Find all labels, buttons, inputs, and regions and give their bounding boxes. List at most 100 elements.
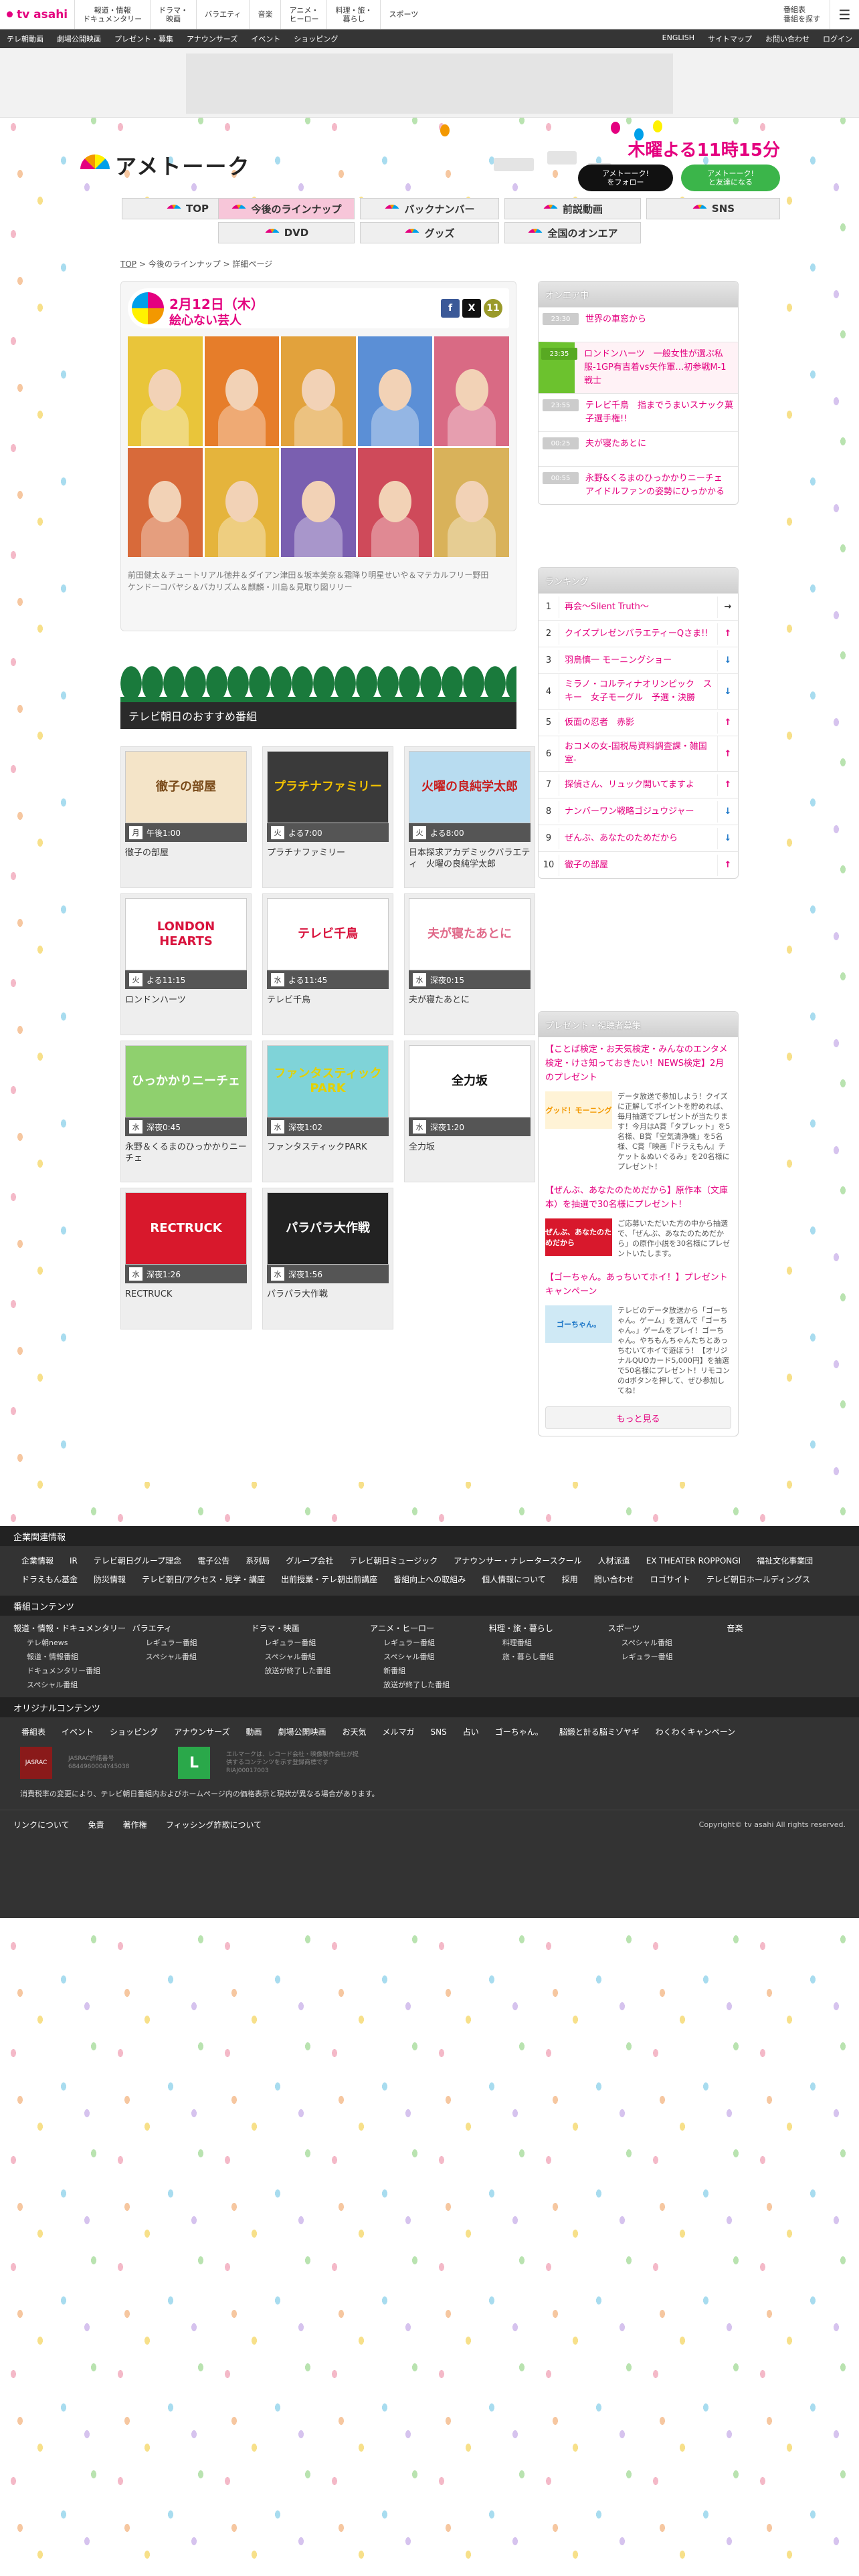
ranking-item[interactable]: 8 ナンバーワン戦略ゴジュウジャー ↓	[539, 798, 738, 825]
tab-6[interactable]: 全国のオンエア	[504, 222, 641, 243]
onair-item[interactable]: 23:35 ロンドンハーツ 一般女性が選ぶ私服-1GP有吉着vs矢作軍…初参戦M-…	[539, 342, 738, 393]
present-title[interactable]: 【ゴーちゃん。あっちいてホイ！】プレゼントキャンペーン	[539, 1265, 738, 1301]
breadcrumb-top[interactable]: TOP	[120, 259, 136, 269]
corp-link[interactable]: 採用	[554, 1570, 586, 1589]
present-title[interactable]: 【ぜんぶ、あなたのためだから】原作本（文庫本）を抽選で30名様にプレゼント！	[539, 1178, 738, 1214]
corp-link[interactable]: アナウンサー・ナレータースクール	[446, 1551, 589, 1570]
program-card[interactable]: LONDON HEARTS 火よる11:15 ロンドンハーツ	[120, 893, 252, 1035]
subnav-link[interactable]: ENGLISH	[656, 33, 701, 44]
orig-link[interactable]: お天気	[334, 1723, 374, 1741]
tv-asahi-logo[interactable]: tv asahi	[0, 0, 74, 29]
program-card[interactable]: ファンタスティックPARK 水深夜1:02 ファンタスティックPARK	[262, 1041, 393, 1182]
program-card[interactable]: 全力坂水深夜1:20 全力坂	[404, 1041, 535, 1182]
ranking-item[interactable]: 4 ミラノ・コルティナオリンピック スキー 女子モーグル 予選・決勝 ↓	[539, 673, 738, 709]
subnav-link[interactable]: 劇場公開映画	[50, 33, 108, 44]
genre-nav-item[interactable]: 報道・情報 ドキュメンタリー	[74, 0, 150, 29]
corp-link[interactable]: 人材派遣	[590, 1551, 638, 1570]
subnav-link[interactable]: イベント	[244, 33, 287, 44]
program-card[interactable]: 火曜の良純学太郎火よる8:00 日本探求アカデミックバラエティ 火曜の良純学太郎	[404, 746, 535, 888]
prog-column-link[interactable]: 報道・情報番組	[13, 1650, 132, 1664]
genre-nav-item[interactable]: アニメ・ ヒーロー	[280, 0, 326, 29]
prog-column-link[interactable]: 旅・暮らし番組	[489, 1650, 608, 1664]
corp-link[interactable]: テレビ朝日ミュージック	[342, 1551, 446, 1570]
corp-link[interactable]: 電子公告	[189, 1551, 237, 1570]
ranking-item[interactable]: 7 探偵さん、リュック開いてますよ ↑	[539, 771, 738, 798]
corp-link[interactable]: テレビ朝日グループ理念	[86, 1551, 189, 1570]
genre-nav-item[interactable]: 料理・旅・ 暮らし	[326, 0, 380, 29]
corp-link[interactable]: グループ会社	[278, 1551, 341, 1570]
prog-column-link[interactable]: スペシャル番組	[132, 1650, 252, 1664]
subnav-link[interactable]: お問い合わせ	[759, 33, 816, 44]
prog-column-link[interactable]: スペシャル番組	[370, 1650, 489, 1664]
tab-5[interactable]: グッズ	[360, 222, 499, 243]
ranking-item[interactable]: 5 仮面の忍者 赤影 ↑	[539, 709, 738, 736]
orig-link[interactable]: メルマガ	[375, 1723, 423, 1741]
prog-column-link[interactable]: 新番組	[370, 1664, 489, 1678]
tab-1[interactable]: 今後のラインナップ	[218, 198, 355, 219]
program-card[interactable]: ひっかかりニーチェ水深夜0:45 永野＆くるまのひっかかりニーチェ	[120, 1041, 252, 1182]
onair-item[interactable]: 23:30 世界の車窓から	[539, 307, 738, 342]
genre-nav-item[interactable]: 音楽	[249, 0, 280, 29]
genre-nav-item[interactable]: バラエティ	[196, 0, 249, 29]
program-card[interactable]: 徹子の部屋月午後1:00 徹子の部屋	[120, 746, 252, 888]
program-card[interactable]: RECTRUCK 水深夜1:26 RECTRUCK	[120, 1188, 252, 1329]
corp-link[interactable]: 番組向上への取組み	[385, 1570, 474, 1589]
prog-column-title[interactable]: ドラマ・映画	[251, 1621, 370, 1636]
subnav-link[interactable]: ログイン	[816, 33, 859, 44]
prog-column-title[interactable]: 音楽	[727, 1621, 846, 1636]
prog-column-link[interactable]: 放送が終了した番組	[370, 1678, 489, 1692]
prog-column-link[interactable]: レギュラー番組	[608, 1650, 727, 1664]
orig-link[interactable]: 番組表	[13, 1723, 54, 1741]
present-item[interactable]: 【ゴーちゃん。あっちいてホイ！】プレゼントキャンペーン ゴーちゃん。 テレビのデータ…	[539, 1265, 738, 1402]
ranking-item[interactable]: 6 おコメの女-国税局資料調査課・雑国室- ↑	[539, 736, 738, 771]
present-title[interactable]: 【ことば検定・お天気検定・みんなのエンタメ検定・けさ知っておきたい！NEWS検定…	[539, 1037, 738, 1087]
orig-link[interactable]: SNS	[423, 1723, 455, 1741]
corp-link[interactable]: ドラえもん基金	[13, 1570, 86, 1589]
ranking-item[interactable]: 10 徹子の部屋 ↑	[539, 851, 738, 878]
program-card[interactable]: テレビ千鳥水よる11:45 テレビ千鳥	[262, 893, 393, 1035]
subnav-link[interactable]: サイトマップ	[701, 33, 759, 44]
genre-nav-item[interactable]: ドラマ・ 映画	[150, 0, 196, 29]
ranking-item[interactable]: 2 クイズプレゼンバラエティーQさま!! ↑	[539, 620, 738, 647]
genre-nav-item[interactable]: スポーツ	[380, 0, 426, 29]
prog-column-title[interactable]: バラエティ	[132, 1621, 252, 1636]
prog-column-link[interactable]: テレ朝news	[13, 1636, 132, 1650]
orig-link[interactable]: 劇場公開映画	[270, 1723, 334, 1741]
prog-column-link[interactable]: レギュラー番組	[370, 1636, 489, 1650]
orig-link[interactable]: イベント	[54, 1723, 102, 1741]
footer-bottom-link[interactable]: フィッシング詐欺について	[166, 1819, 262, 1830]
prog-column-link[interactable]: スペシャル番組	[13, 1678, 132, 1692]
corp-link[interactable]: ロゴサイト	[642, 1570, 698, 1589]
prog-column-title[interactable]: 料理・旅・暮らし	[489, 1621, 608, 1636]
corp-link[interactable]: 防災情報	[86, 1570, 134, 1589]
corp-link[interactable]: 系列局	[237, 1551, 278, 1570]
corp-link[interactable]: IR	[62, 1551, 86, 1570]
corp-link[interactable]: 問い合わせ	[586, 1570, 642, 1589]
prog-column-link[interactable]: スペシャル番組	[608, 1636, 727, 1650]
present-item[interactable]: 【ぜんぶ、あなたのためだから】原作本（文庫本）を抽選で30名様にプレゼント！ ぜん…	[539, 1178, 738, 1265]
subnav-link[interactable]: ショッピング	[287, 33, 345, 44]
tab-2[interactable]: バックナンバー	[360, 198, 499, 219]
orig-link[interactable]: アナウンサーズ	[166, 1723, 237, 1741]
corp-link[interactable]: 出前授業・テレ朝出前講座	[273, 1570, 385, 1589]
x-follow-button[interactable]: アメトーーク! をフォロー	[578, 165, 673, 191]
present-item[interactable]: 【ことば検定・お天気検定・みんなのエンタメ検定・けさ知っておきたい！NEWS検定…	[539, 1037, 738, 1178]
ranking-item[interactable]: 3 羽鳥慎一 モーニングショー ↓	[539, 647, 738, 673]
corp-link[interactable]: テレビ朝日/アクセス・見学・講座	[134, 1570, 273, 1589]
prog-column-link[interactable]: 放送が終了した番組	[251, 1664, 370, 1678]
onair-item[interactable]: 00:25 夫が寝たあとに	[539, 431, 738, 466]
onair-item[interactable]: 23:55 テレビ千鳥 指までうまいスナック菓子選手権!!	[539, 393, 738, 431]
prog-column-link[interactable]: レギュラー番組	[132, 1636, 252, 1650]
ametalk-logo[interactable]: アメトーーク	[80, 150, 250, 184]
orig-link[interactable]: ショッピング	[102, 1723, 166, 1741]
subnav-link[interactable]: アナウンサーズ	[180, 33, 244, 44]
more-button[interactable]: もっと見る	[545, 1406, 731, 1429]
corp-link[interactable]: 企業情報	[13, 1551, 62, 1570]
ranking-item[interactable]: 9 ぜんぶ、あなたのためだから ↓	[539, 825, 738, 851]
orig-link[interactable]: わくわくキャンペーン	[648, 1723, 743, 1741]
orig-link[interactable]: 脳鍛と計る脳ミゾヤギ	[551, 1723, 648, 1741]
breadcrumb-lineup[interactable]: 今後のラインナップ	[149, 259, 221, 269]
tab-7[interactable]: SNS	[646, 198, 780, 219]
footer-bottom-link[interactable]: 免責	[88, 1819, 104, 1830]
line-friend-button[interactable]: アメトーーク! と友達になる	[681, 165, 780, 191]
